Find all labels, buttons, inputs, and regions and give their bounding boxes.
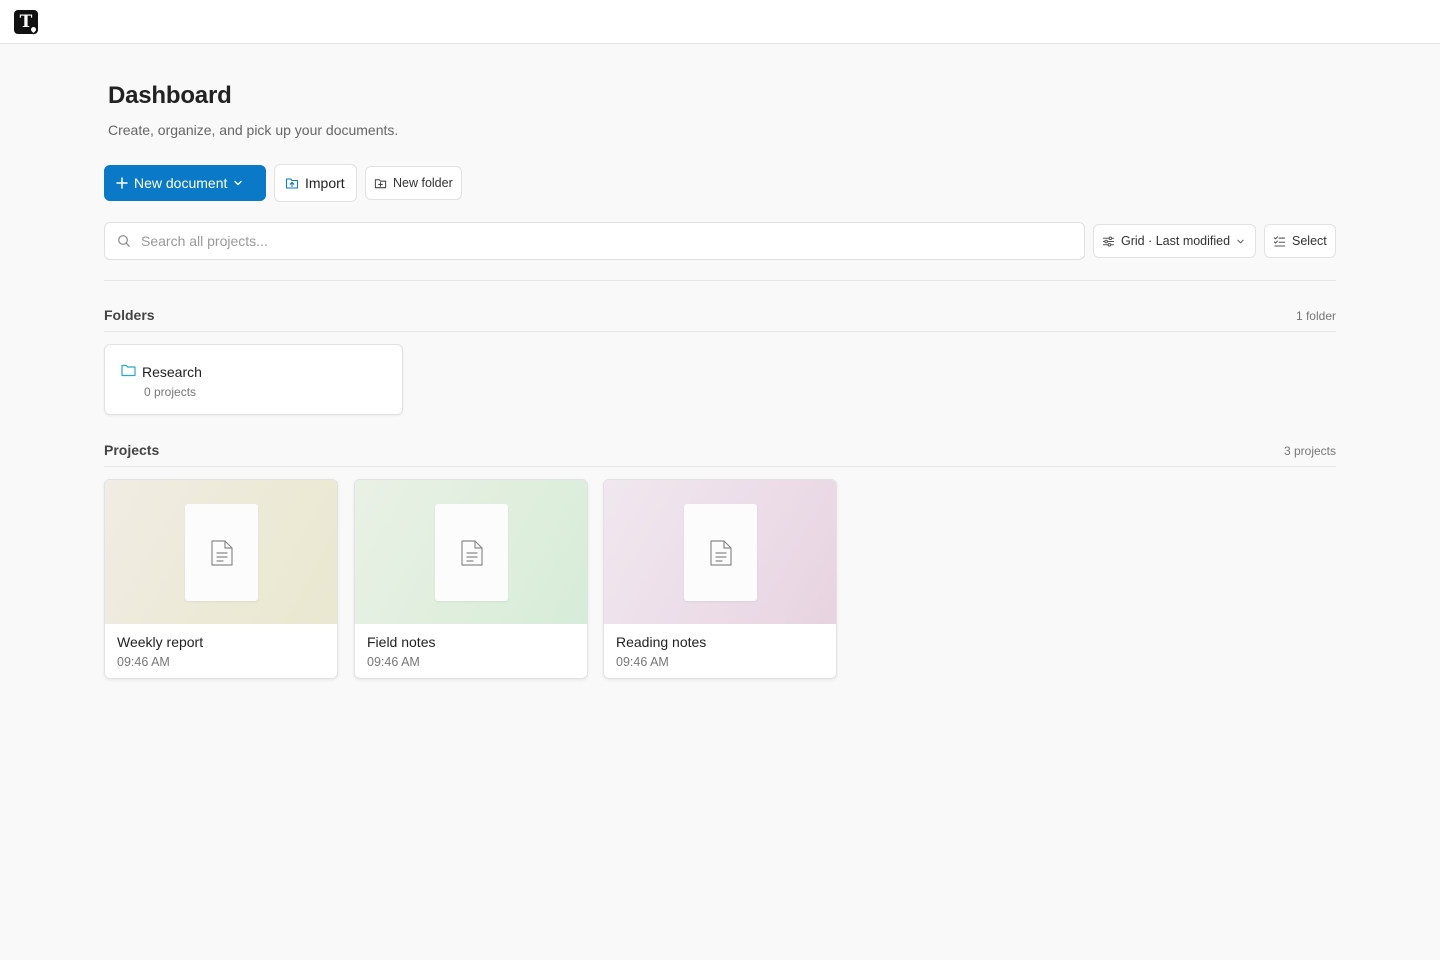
page-title: Dashboard (108, 82, 232, 109)
project-thumbnail (105, 480, 337, 624)
new-folder-label: New folder (393, 176, 453, 190)
plus-icon (116, 177, 128, 189)
upload-icon (285, 178, 299, 189)
project-name: Field notes (367, 634, 436, 650)
folder-plus-icon (374, 178, 387, 188)
search-icon (118, 235, 130, 247)
chevron-down-icon (234, 180, 243, 186)
folder-name: Research (142, 364, 202, 380)
project-name: Reading notes (616, 634, 707, 650)
checklist-icon (1273, 235, 1286, 246)
new-document-button[interactable]: New document (104, 165, 266, 201)
projects-count: 3 projects (1283, 444, 1336, 458)
project-thumbnail (355, 480, 587, 624)
document-icon (210, 539, 233, 566)
select-button[interactable]: Select (1264, 224, 1336, 258)
view-sort-label: Grid · Last modified (1121, 234, 1231, 248)
page-subtitle: Create, organize, and pick up your docum… (108, 122, 399, 138)
folder-icon (121, 364, 136, 377)
select-label: Select (1292, 234, 1327, 248)
project-card[interactable]: Weekly report 09:46 AM (104, 479, 338, 679)
document-preview (684, 504, 757, 601)
chevron-down-icon (1237, 239, 1244, 243)
view-sort-button[interactable]: Grid · Last modified (1093, 224, 1256, 258)
import-button[interactable]: Import (274, 164, 357, 202)
project-thumbnail (604, 480, 836, 624)
folders-section-title: Folders (104, 307, 155, 323)
app-logo[interactable]: T (14, 10, 39, 35)
search-bar[interactable] (104, 222, 1085, 260)
search-input[interactable] (141, 233, 1041, 249)
import-label: Import (305, 175, 345, 191)
sliders-icon (1102, 235, 1115, 247)
project-name: Weekly report (117, 634, 204, 650)
project-time: 09:46 AM (616, 655, 669, 669)
projects-section-title: Projects (104, 442, 160, 458)
pen-icon (28, 24, 39, 35)
divider (104, 331, 1336, 332)
project-time: 09:46 AM (117, 655, 170, 669)
folder-card-research[interactable]: Research 0 projects (104, 344, 403, 415)
project-card[interactable]: Field notes 09:46 AM (354, 479, 588, 679)
divider (104, 466, 1336, 467)
new-folder-button[interactable]: New folder (365, 166, 462, 200)
divider (104, 280, 1336, 281)
new-document-label: New document (134, 175, 228, 191)
top-bar: T (0, 0, 1440, 44)
document-icon (709, 539, 732, 566)
project-time: 09:46 AM (367, 655, 420, 669)
document-preview (185, 504, 258, 601)
folder-meta: 0 projects (144, 385, 197, 399)
document-preview (435, 504, 508, 601)
document-icon (460, 539, 483, 566)
folders-count: 1 folder (1295, 309, 1336, 323)
project-card[interactable]: Reading notes 09:46 AM (603, 479, 837, 679)
